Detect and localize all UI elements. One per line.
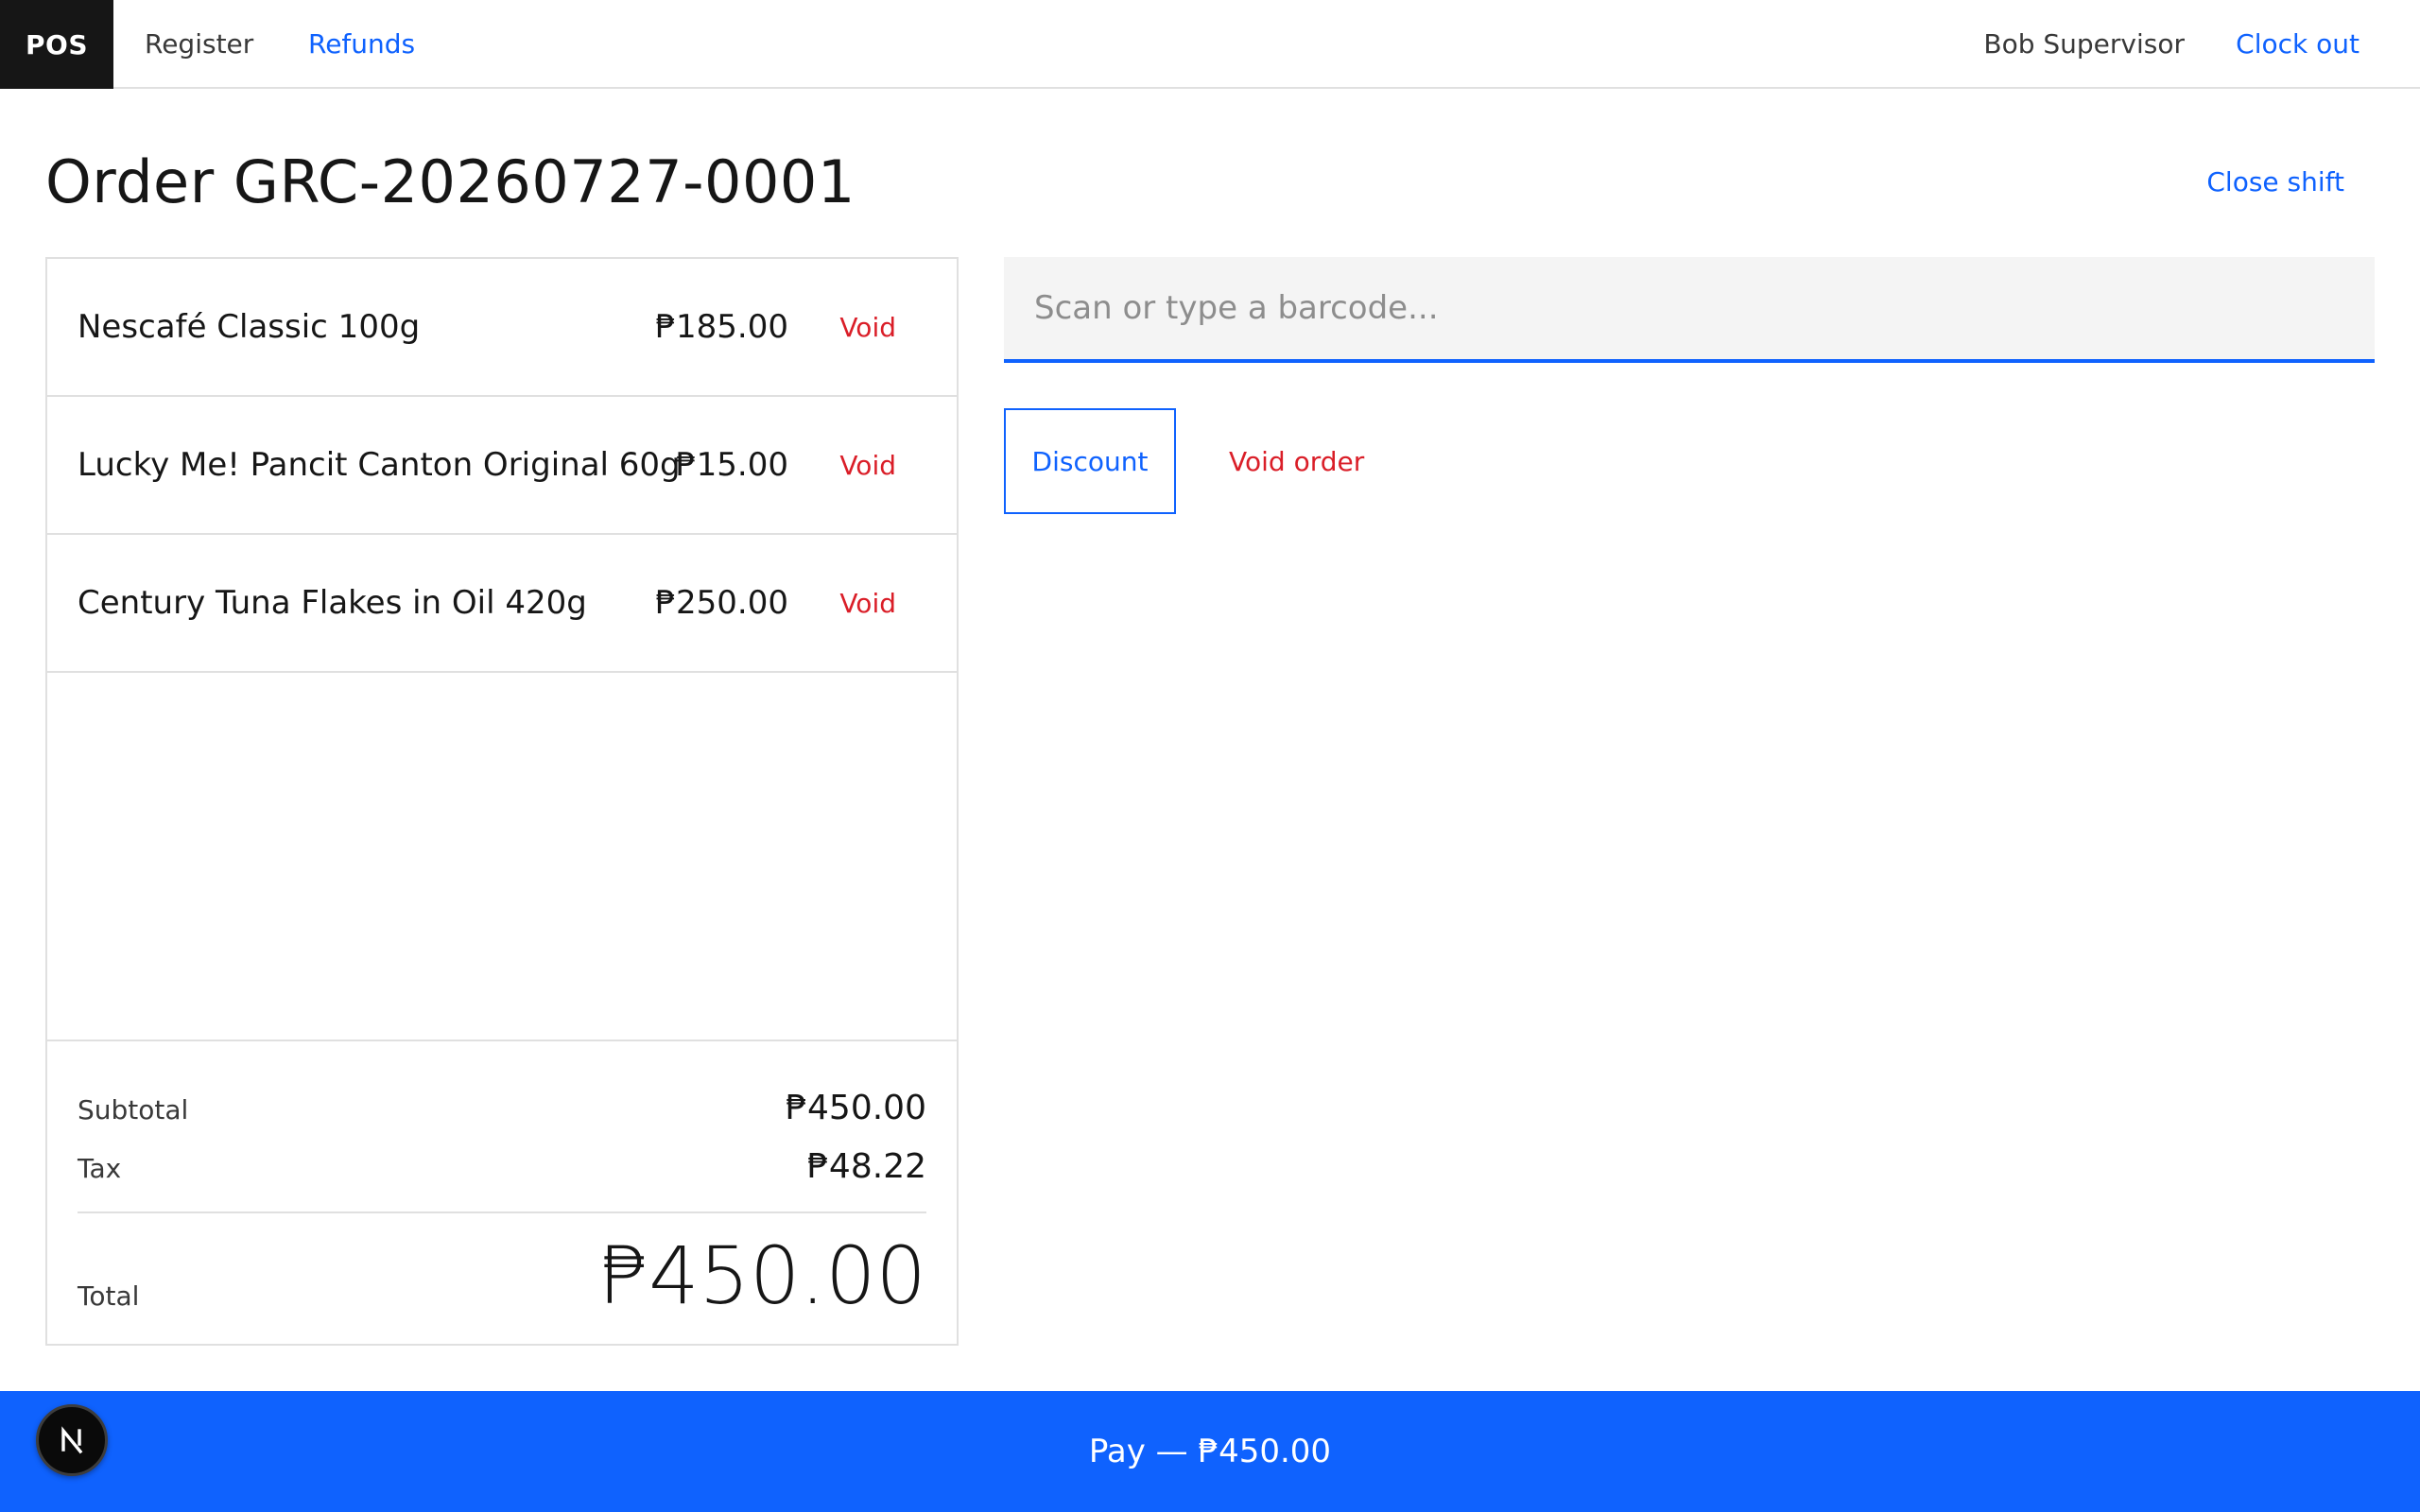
pay-button[interactable]: Pay — ₱450.00 <box>0 1391 2420 1512</box>
order-totals: Subtotal ₱450.00 Tax ₱48.22 Total ₱450.0… <box>47 1040 957 1344</box>
clock-out-link[interactable]: Clock out <box>2236 0 2360 87</box>
item-price: ₱185.00 <box>655 308 788 346</box>
line-item: Nescafé Classic 100g ₱185.00 Void <box>47 259 957 397</box>
current-user-name: Bob Supervisor <box>1983 27 2185 60</box>
item-name: Century Tuna Flakes in Oil 420g <box>78 584 587 622</box>
subtotal-value: ₱450.00 <box>786 1089 926 1127</box>
barcode-input[interactable] <box>1004 257 2375 363</box>
item-price: ₱15.00 <box>676 446 788 484</box>
tax-value: ₱48.22 <box>807 1147 926 1186</box>
nav-refunds-link[interactable]: Refunds <box>308 0 415 87</box>
page-title: Order GRC-20260727-0001 <box>45 147 856 216</box>
item-price: ₱250.00 <box>655 584 788 622</box>
line-items-list: Nescafé Classic 100g ₱185.00 Void Lucky … <box>47 259 957 673</box>
void-item-button[interactable]: Void <box>839 535 896 671</box>
void-item-button[interactable]: Void <box>839 397 896 533</box>
subtotal-row: Subtotal ₱450.00 <box>78 1089 926 1127</box>
line-item: Century Tuna Flakes in Oil 420g ₱250.00 … <box>47 535 957 673</box>
order-panel: Nescafé Classic 100g ₱185.00 Void Lucky … <box>45 257 959 1346</box>
top-header: POS Register Refunds Bob Supervisor Cloc… <box>0 0 2420 89</box>
tax-row: Tax ₱48.22 <box>78 1147 926 1186</box>
item-name: Lucky Me! Pancit Canton Original 60g <box>78 446 681 484</box>
nextjs-n-glyph-icon <box>61 1426 83 1454</box>
brand-logo[interactable]: POS <box>0 0 113 89</box>
discount-button[interactable]: Discount <box>1004 408 1176 514</box>
total-row: Total ₱450.00 <box>78 1221 926 1325</box>
close-shift-link[interactable]: Close shift <box>2206 157 2344 206</box>
item-name: Nescafé Classic 100g <box>78 308 421 346</box>
void-item-button[interactable]: Void <box>839 259 896 395</box>
tax-label: Tax <box>78 1153 122 1184</box>
nextjs-logo-icon[interactable] <box>36 1404 108 1476</box>
total-label: Total <box>78 1280 140 1312</box>
subtotal-label: Subtotal <box>78 1094 189 1125</box>
total-value: ₱450.00 <box>597 1229 926 1322</box>
void-order-button[interactable]: Void order <box>1199 408 1394 514</box>
totals-divider <box>78 1211 926 1213</box>
nav-register-link[interactable]: Register <box>145 0 253 87</box>
line-item: Lucky Me! Pancit Canton Original 60g ₱15… <box>47 397 957 535</box>
